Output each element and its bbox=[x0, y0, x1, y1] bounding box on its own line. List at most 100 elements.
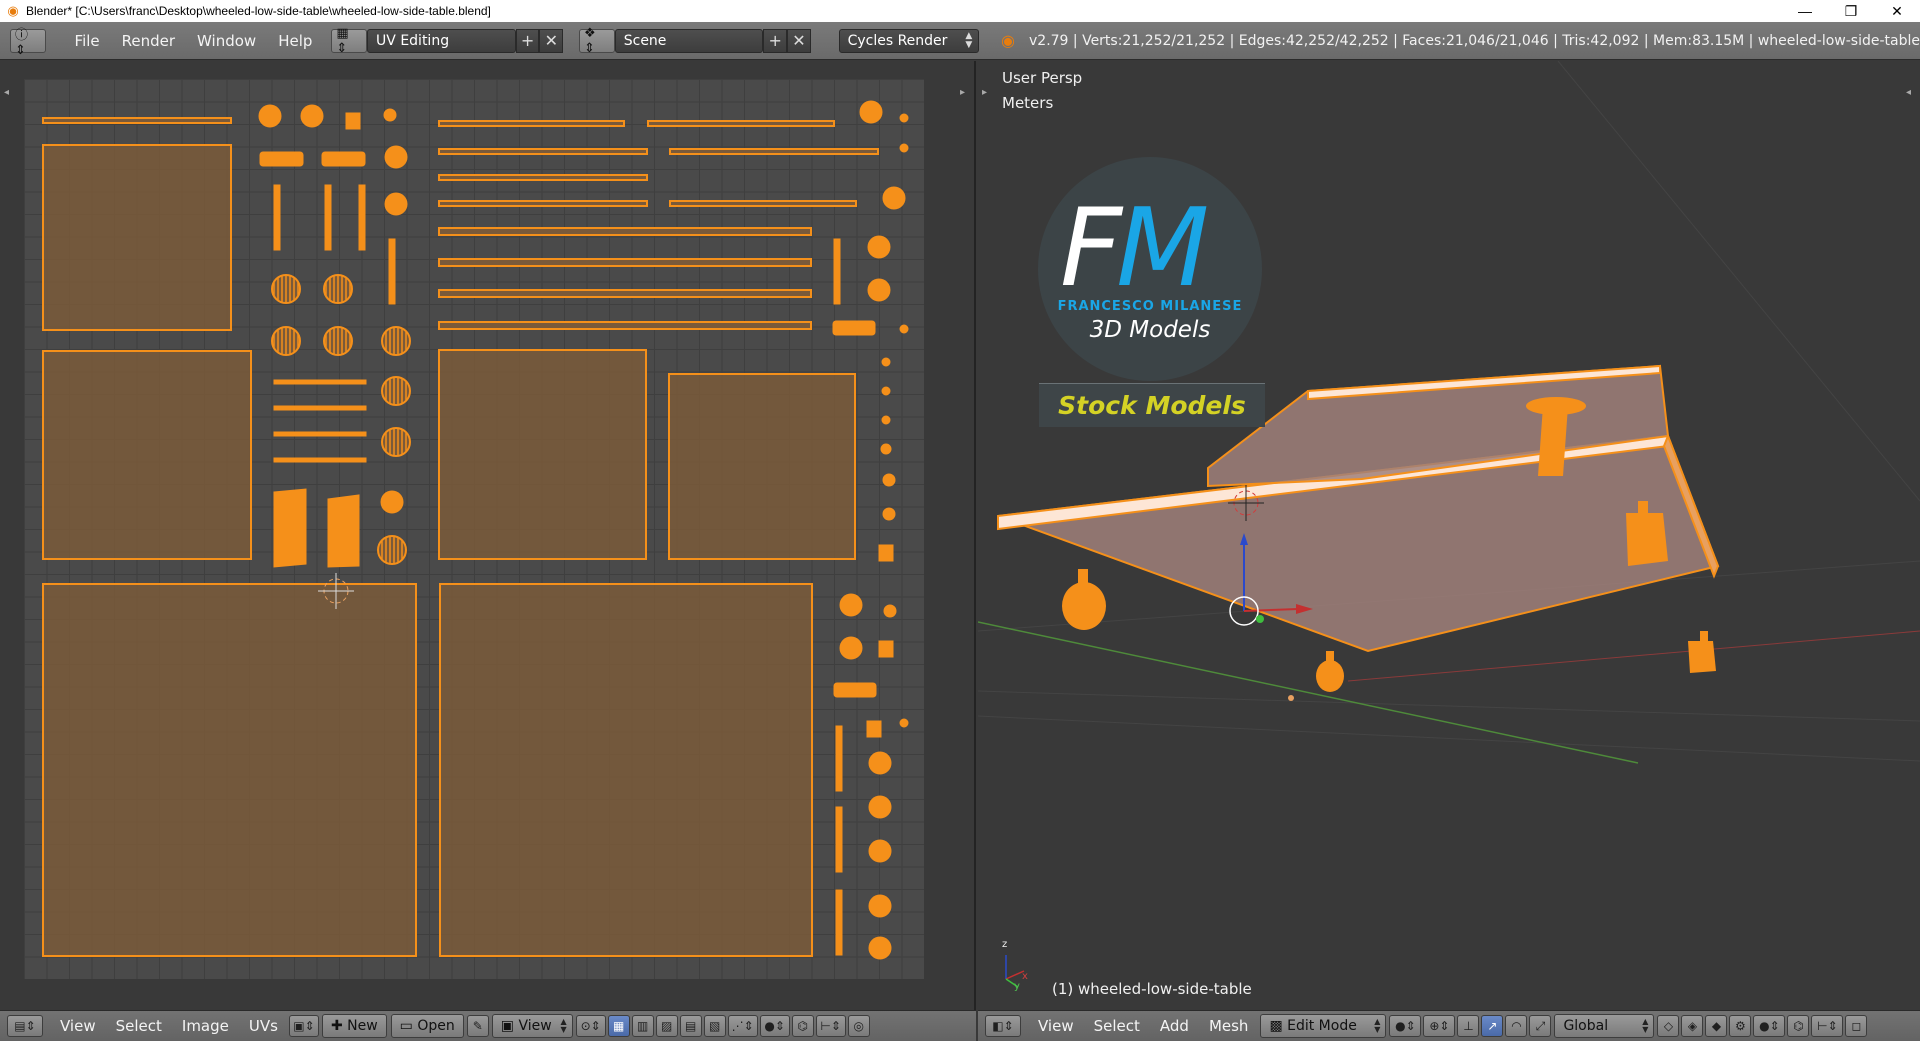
remove-scene-button[interactable]: ✕ bbox=[787, 28, 811, 53]
uv-sync-icon[interactable]: ⋰⇕ bbox=[727, 1015, 758, 1037]
axis-gizmo-x-label: x bbox=[1022, 971, 1028, 982]
menu-file[interactable]: File bbox=[64, 32, 111, 50]
axis-gizmo-z-label: z bbox=[1002, 939, 1008, 950]
image-icon: ▣ bbox=[500, 1018, 519, 1034]
uv-island-panel bbox=[438, 349, 647, 560]
v3d-menu-mesh[interactable]: Mesh bbox=[1199, 1017, 1259, 1035]
scale-manipulator-icon[interactable]: ⤢ bbox=[1529, 1015, 1552, 1037]
render-engine-dropdown[interactable]: Cycles Render ▲ ▼ bbox=[838, 28, 980, 53]
y-axis-line bbox=[978, 621, 1639, 764]
sticky-select-icon[interactable]: ▦ bbox=[607, 1015, 630, 1037]
snap-element-icon[interactable]: ⊢⇕ bbox=[815, 1015, 846, 1037]
uv-island-panel bbox=[439, 583, 813, 957]
logo-author-name: FRANCESCO MILANESE bbox=[1057, 299, 1243, 314]
dropdown-arrows-icon: ▲ ▼ bbox=[1374, 1017, 1381, 1034]
dropdown-arrows-icon: ▲ ▼ bbox=[965, 30, 973, 50]
uv-view-mode-dropdown[interactable]: ▣ View ▲ ▼ bbox=[491, 1014, 573, 1038]
add-scene-button[interactable]: + bbox=[763, 28, 788, 53]
stock-models-badge: Stock Models bbox=[1039, 383, 1265, 427]
blender-logo-icon: ◉ bbox=[7, 3, 19, 18]
uv-islands bbox=[42, 100, 909, 960]
layer-2-icon[interactable]: ◈ bbox=[1681, 1015, 1704, 1037]
logo-monogram: FM bbox=[1060, 186, 1209, 311]
snap-element-icon[interactable]: ⌬ bbox=[1787, 1015, 1810, 1037]
menu-render[interactable]: Render bbox=[111, 32, 186, 50]
add-screen-button[interactable]: + bbox=[515, 28, 540, 53]
pin-icon[interactable]: ✎ bbox=[466, 1015, 489, 1037]
v3d-menu-add[interactable]: Add bbox=[1150, 1017, 1199, 1035]
screen-layout-label: UV Editing bbox=[376, 32, 450, 49]
uv-island-panel bbox=[42, 144, 232, 331]
3d-viewport[interactable]: ▸ ◂ User Persp Meters z x y (1) wheeled-… bbox=[978, 61, 1920, 1010]
object-origin-dot bbox=[1288, 695, 1294, 701]
area-split-left-icon[interactable]: ◂ bbox=[4, 87, 9, 98]
active-object-label: (1) wheeled-low-side-table bbox=[1052, 980, 1252, 998]
scene-label: Scene bbox=[623, 32, 667, 49]
rotate-manipulator-icon[interactable]: ◠ bbox=[1505, 1015, 1528, 1037]
menu-help[interactable]: Help bbox=[267, 32, 323, 50]
render-engine-label: Cycles Render bbox=[847, 32, 948, 49]
scene-dropdown[interactable]: Scene bbox=[614, 28, 764, 53]
layer-3-icon[interactable]: ◆ bbox=[1705, 1015, 1728, 1037]
blender-render-icon: ◉ bbox=[1001, 31, 1015, 50]
image-browse-icon[interactable]: ▣⇕ bbox=[288, 1015, 319, 1037]
manipulator-toggle-icon[interactable]: ⊥ bbox=[1457, 1015, 1480, 1037]
restore-button[interactable]: ❐ bbox=[1828, 0, 1874, 22]
uv-image-editor[interactable]: ◂ ▸ bbox=[0, 61, 976, 1010]
pivot-icon[interactable]: ⊙⇕ bbox=[575, 1015, 606, 1037]
uv-island-panel bbox=[42, 350, 252, 560]
menu-window[interactable]: Window bbox=[186, 32, 267, 50]
area-split-right-icon[interactable]: ▸ bbox=[960, 87, 965, 98]
edge-select-icon[interactable]: ▨ bbox=[655, 1015, 678, 1037]
uv-island-panel bbox=[668, 373, 856, 560]
proportional-edit-icon[interactable]: ●⇕ bbox=[759, 1015, 790, 1037]
dropdown-arrows-icon: ▲ ▼ bbox=[1642, 1017, 1649, 1034]
editor-type-button[interactable]: ◧⇕ bbox=[985, 1015, 1021, 1037]
dropdown-arrows-icon: ▲ ▼ bbox=[560, 1017, 567, 1034]
uv-menu-select[interactable]: Select bbox=[106, 1017, 172, 1035]
plus-icon: ✚ bbox=[330, 1018, 348, 1034]
uv-canvas[interactable] bbox=[24, 79, 924, 979]
editor-type-button[interactable]: ▤⇕ bbox=[7, 1015, 43, 1037]
layer-1-icon[interactable]: ◇ bbox=[1657, 1015, 1680, 1037]
uv-editor-header: ▤⇕ View Select Image UVs ▣⇕ ✚ New ▭ Open… bbox=[0, 1010, 976, 1041]
axis-gizmo-y-label: y bbox=[1014, 981, 1020, 992]
remove-screen-button[interactable]: ✕ bbox=[539, 28, 564, 53]
brand-logo: FM FRANCESCO MILANESE 3D Models bbox=[1038, 157, 1262, 381]
translate-manipulator-icon[interactable]: ↗ bbox=[1481, 1015, 1504, 1037]
window-titlebar: ◉ Blender* [C:\Users\franc\Desktop\wheel… bbox=[0, 0, 1920, 22]
snap-toggle-icon[interactable]: ●⇕ bbox=[1753, 1015, 1786, 1037]
proportional-edit-icon[interactable]: ⚙ bbox=[1729, 1015, 1752, 1037]
interaction-mode-dropdown[interactable]: ▩ Edit Mode ▲ ▼ bbox=[1260, 1014, 1387, 1038]
close-button[interactable]: ✕ bbox=[1874, 0, 1920, 22]
uv-island-panel bbox=[42, 583, 417, 957]
v3d-menu-select[interactable]: Select bbox=[1084, 1017, 1150, 1035]
3d-viewport-header: ◧⇕ View Select Add Mesh ▩ Edit Mode ▲ ▼ ●⇕… bbox=[978, 1010, 1920, 1041]
uv-menu-image[interactable]: Image bbox=[172, 1017, 239, 1035]
open-image-button[interactable]: ▭ Open bbox=[390, 1014, 464, 1038]
screen-layout-icon[interactable]: ▦ ⇕ bbox=[331, 26, 368, 56]
snap-target-icon[interactable]: ⊢⇕ bbox=[1811, 1015, 1844, 1037]
x-axis-line bbox=[1347, 630, 1920, 682]
logo-subtitle: 3D Models bbox=[1089, 317, 1211, 343]
scene-statistics: v2.79 | Verts:21,252/21,252 | Edges:42,2… bbox=[1029, 32, 1920, 49]
transform-orientation-dropdown[interactable]: Global ▲ ▼ bbox=[1554, 1014, 1655, 1038]
new-image-button[interactable]: ✚ New bbox=[321, 1014, 387, 1038]
opengl-render-icon[interactable]: ◻ bbox=[1845, 1015, 1868, 1037]
vertex-select-icon[interactable]: ▥ bbox=[631, 1015, 654, 1037]
v3d-menu-view[interactable]: View bbox=[1028, 1017, 1084, 1035]
scene-icon[interactable]: ❖ ⇕ bbox=[579, 26, 615, 56]
uv-menu-view[interactable]: View bbox=[50, 1017, 106, 1035]
edit-mode-icon: ▩ bbox=[1269, 1018, 1288, 1034]
face-select-icon[interactable]: ▤ bbox=[679, 1015, 702, 1037]
screen-layout-dropdown[interactable]: UV Editing bbox=[367, 28, 516, 53]
window-title: Blender* [C:\Users\franc\Desktop\wheeled… bbox=[26, 4, 491, 18]
texture-paint-icon[interactable]: ◎ bbox=[847, 1015, 870, 1037]
uv-menu-uvs[interactable]: UVs bbox=[239, 1017, 288, 1035]
snap-icon[interactable]: ⌬ bbox=[791, 1015, 814, 1037]
minimize-button[interactable]: — bbox=[1782, 0, 1828, 22]
island-select-icon[interactable]: ▧ bbox=[703, 1015, 726, 1037]
pivot-point-icon[interactable]: ⊕⇕ bbox=[1423, 1015, 1456, 1037]
editor-type-info-button[interactable]: ⓘ ⇕ bbox=[10, 28, 46, 58]
viewport-shading-icon[interactable]: ●⇕ bbox=[1389, 1015, 1422, 1037]
